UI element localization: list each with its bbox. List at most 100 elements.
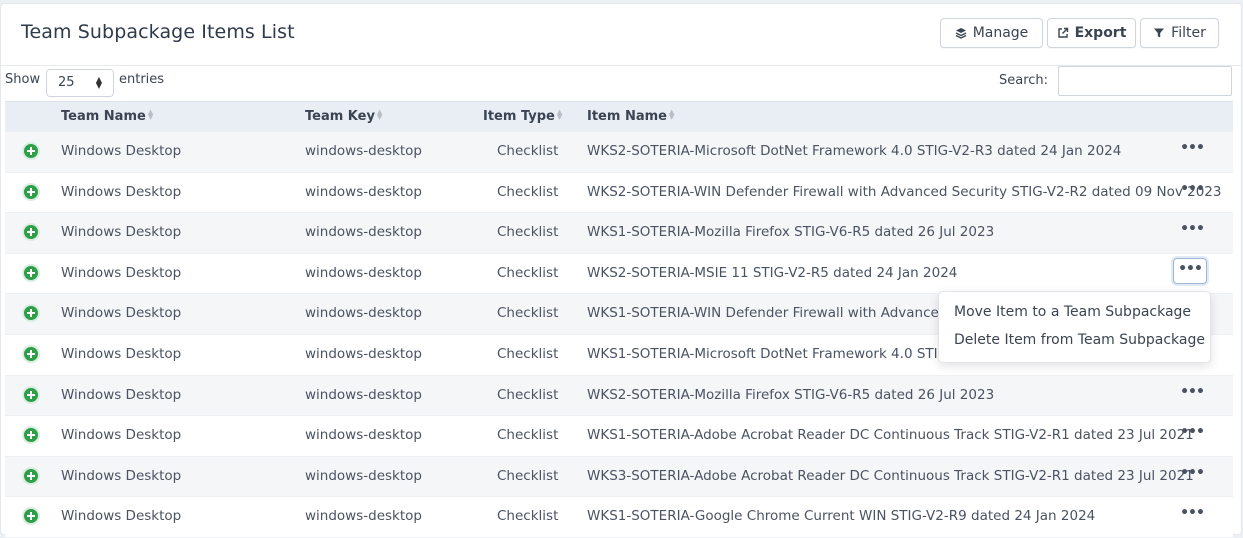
search-label: Search: xyxy=(999,73,1049,88)
team-key-cell: windows-desktop xyxy=(305,386,422,403)
table-row: Windows Desktop windows-desktop Checklist W… xyxy=(5,416,1233,457)
table-row: Windows Desktop windows-desktop Checklist W… xyxy=(5,456,1233,498)
expand-row-icon[interactable] xyxy=(22,182,40,201)
sort-icon: ▲ ▼ xyxy=(376,108,383,121)
delete-item-menu-item[interactable]: Delete Item from Team Subpackage xyxy=(954,332,1205,348)
entries-select[interactable]: 25 ▲ ▼ xyxy=(46,69,114,97)
expand-row-icon[interactable] xyxy=(22,385,40,404)
card-header: Team Subpackage Items List Manage Export… xyxy=(1,4,1241,66)
expand-row-icon[interactable] xyxy=(22,263,40,282)
filter-button[interactable]: Filter xyxy=(1140,18,1219,48)
item-name-cell: WKS1-SOTERIA-Google Chrome Current WIN S… xyxy=(587,508,1096,525)
item-type-cell: Checklist xyxy=(497,143,559,159)
team-name-cell: Windows Desktop xyxy=(61,305,182,322)
column-header-item-name[interactable]: Item Name ▲ ▼ xyxy=(587,108,675,125)
column-header-label: Item Type xyxy=(483,109,555,124)
table-header: Team Name ▲ ▼ Team Key ▲ ▼ Item Type ▲ ▼ Item … xyxy=(5,101,1233,132)
sort-icon: ▲ ▼ xyxy=(147,108,154,121)
team-name-cell: Windows Desktop xyxy=(61,427,182,444)
column-header-label: Team Name xyxy=(61,109,146,124)
table-row: Windows Desktop windows-desktop Checklist W… xyxy=(5,213,1233,254)
item-type-cell: Checklist xyxy=(497,264,559,281)
team-key-cell: windows-desktop xyxy=(305,508,422,525)
team-name-cell: Windows Desktop xyxy=(61,508,182,525)
sort-icon: ▲ ▼ xyxy=(556,108,563,121)
item-name-cell: WKS1-SOTERIA-Adobe Acrobat Reader DC Con… xyxy=(587,427,1194,444)
table-row: Windows Desktop windows-desktop Checklist W… xyxy=(5,375,1233,417)
expand-row-icon[interactable] xyxy=(22,344,40,363)
item-name-cell: WKS2-SOTERIA-MSIE 11 STIG-V2-R5 dated 24… xyxy=(587,264,958,281)
team-name-cell: Windows Desktop xyxy=(61,467,182,484)
row-actions-button[interactable]: ••• xyxy=(1173,257,1207,284)
funnel-icon xyxy=(1154,28,1165,38)
team-name-cell: Windows Desktop xyxy=(61,224,182,241)
team-name-cell: Windows Desktop xyxy=(61,264,182,281)
item-type-cell: Checklist xyxy=(497,386,559,403)
item-type-cell: Checklist xyxy=(497,345,559,362)
team-key-cell: windows-desktop xyxy=(305,345,422,362)
column-header-label: Item Name xyxy=(587,109,667,124)
page-title: Team Subpackage Items List xyxy=(21,21,295,43)
table-row: Windows Desktop windows-desktop Checklist W… xyxy=(5,497,1233,538)
item-type-cell: Checklist xyxy=(497,427,559,444)
filter-button-label: Filter xyxy=(1171,25,1206,41)
team-key-cell: windows-desktop xyxy=(305,224,422,241)
row-actions-button[interactable]: ••• xyxy=(1179,425,1205,445)
item-name-cell: WKS1-SOTERIA-Mozilla Firefox STIG-V6-R5 … xyxy=(587,224,995,241)
item-name-cell: WKS1-SOTERIA-Microsoft DotNet Framework … xyxy=(587,345,962,362)
row-actions-menu: Move Item to a Team Subpackage Delete It… xyxy=(938,291,1211,363)
move-item-menu-item[interactable]: Move Item to a Team Subpackage xyxy=(954,304,1191,320)
expand-row-icon[interactable] xyxy=(22,142,40,160)
entries-select-value: 25 xyxy=(58,75,75,90)
item-type-cell: Checklist xyxy=(497,224,559,241)
team-key-cell: windows-desktop xyxy=(305,264,422,281)
column-header-label: Team Key xyxy=(305,109,375,124)
row-actions-button[interactable]: ••• xyxy=(1179,506,1205,526)
item-type-cell: Checklist xyxy=(497,305,559,322)
expand-row-icon[interactable] xyxy=(22,507,40,526)
item-name-cell: WKS2-SOTERIA-WIN Defender Firewall with … xyxy=(587,183,1222,200)
export-button-label: Export xyxy=(1074,25,1127,41)
layers-icon xyxy=(955,28,967,39)
updown-icon: ▲ ▼ xyxy=(95,75,102,90)
team-key-cell: windows-desktop xyxy=(305,143,422,159)
expand-row-icon[interactable] xyxy=(22,466,40,485)
team-name-cell: Windows Desktop xyxy=(61,386,182,403)
column-header-team-key[interactable]: Team Key ▲ ▼ xyxy=(305,108,383,125)
team-name-cell: Windows Desktop xyxy=(61,143,182,159)
table-row: Windows Desktop windows-desktop Checklist W… xyxy=(5,253,1233,295)
export-button[interactable]: Export xyxy=(1047,18,1136,48)
show-label: Show xyxy=(5,72,41,87)
item-name-cell: WKS1-SOTERIA-WIN Defender Firewall with … xyxy=(587,305,969,322)
row-actions-button[interactable]: ••• xyxy=(1179,182,1205,202)
item-type-cell: Checklist xyxy=(497,508,559,525)
row-actions-button[interactable]: ••• xyxy=(1179,466,1205,486)
team-key-cell: windows-desktop xyxy=(305,183,422,200)
external-link-icon xyxy=(1057,27,1068,38)
sort-icon: ▲ ▼ xyxy=(668,108,675,121)
expand-row-icon[interactable] xyxy=(22,426,40,445)
row-actions-button[interactable]: ••• xyxy=(1179,141,1205,161)
item-name-cell: WKS2-SOTERIA-Mozilla Firefox STIG-V6-R5 … xyxy=(587,386,995,403)
column-header-item-type[interactable]: Item Type ▲ ▼ xyxy=(483,108,563,125)
entries-label: entries xyxy=(119,72,165,87)
manage-button-label: Manage xyxy=(972,25,1029,41)
item-name-cell: WKS2-SOTERIA-Microsoft DotNet Framework … xyxy=(587,143,1122,159)
column-header-team-name[interactable]: Team Name ▲ ▼ xyxy=(61,108,154,125)
search-input[interactable] xyxy=(1058,66,1232,96)
row-actions-button[interactable]: ••• xyxy=(1179,385,1205,405)
item-type-cell: Checklist xyxy=(497,467,559,484)
team-key-cell: windows-desktop xyxy=(305,305,422,322)
table-row: Windows Desktop windows-desktop Checklist W… xyxy=(5,172,1233,214)
table-row: Windows Desktop windows-desktop Checklist W… xyxy=(5,132,1233,173)
team-name-cell: Windows Desktop xyxy=(61,345,182,362)
item-name-cell: WKS3-SOTERIA-Adobe Acrobat Reader DC Con… xyxy=(587,467,1194,484)
item-type-cell: Checklist xyxy=(497,183,559,200)
expand-row-icon[interactable] xyxy=(22,304,40,323)
manage-button[interactable]: Manage xyxy=(940,18,1043,48)
expand-row-icon[interactable] xyxy=(22,223,40,242)
team-key-cell: windows-desktop xyxy=(305,427,422,444)
team-name-cell: Windows Desktop xyxy=(61,183,182,200)
row-actions-button[interactable]: ••• xyxy=(1179,222,1205,242)
team-key-cell: windows-desktop xyxy=(305,467,422,484)
